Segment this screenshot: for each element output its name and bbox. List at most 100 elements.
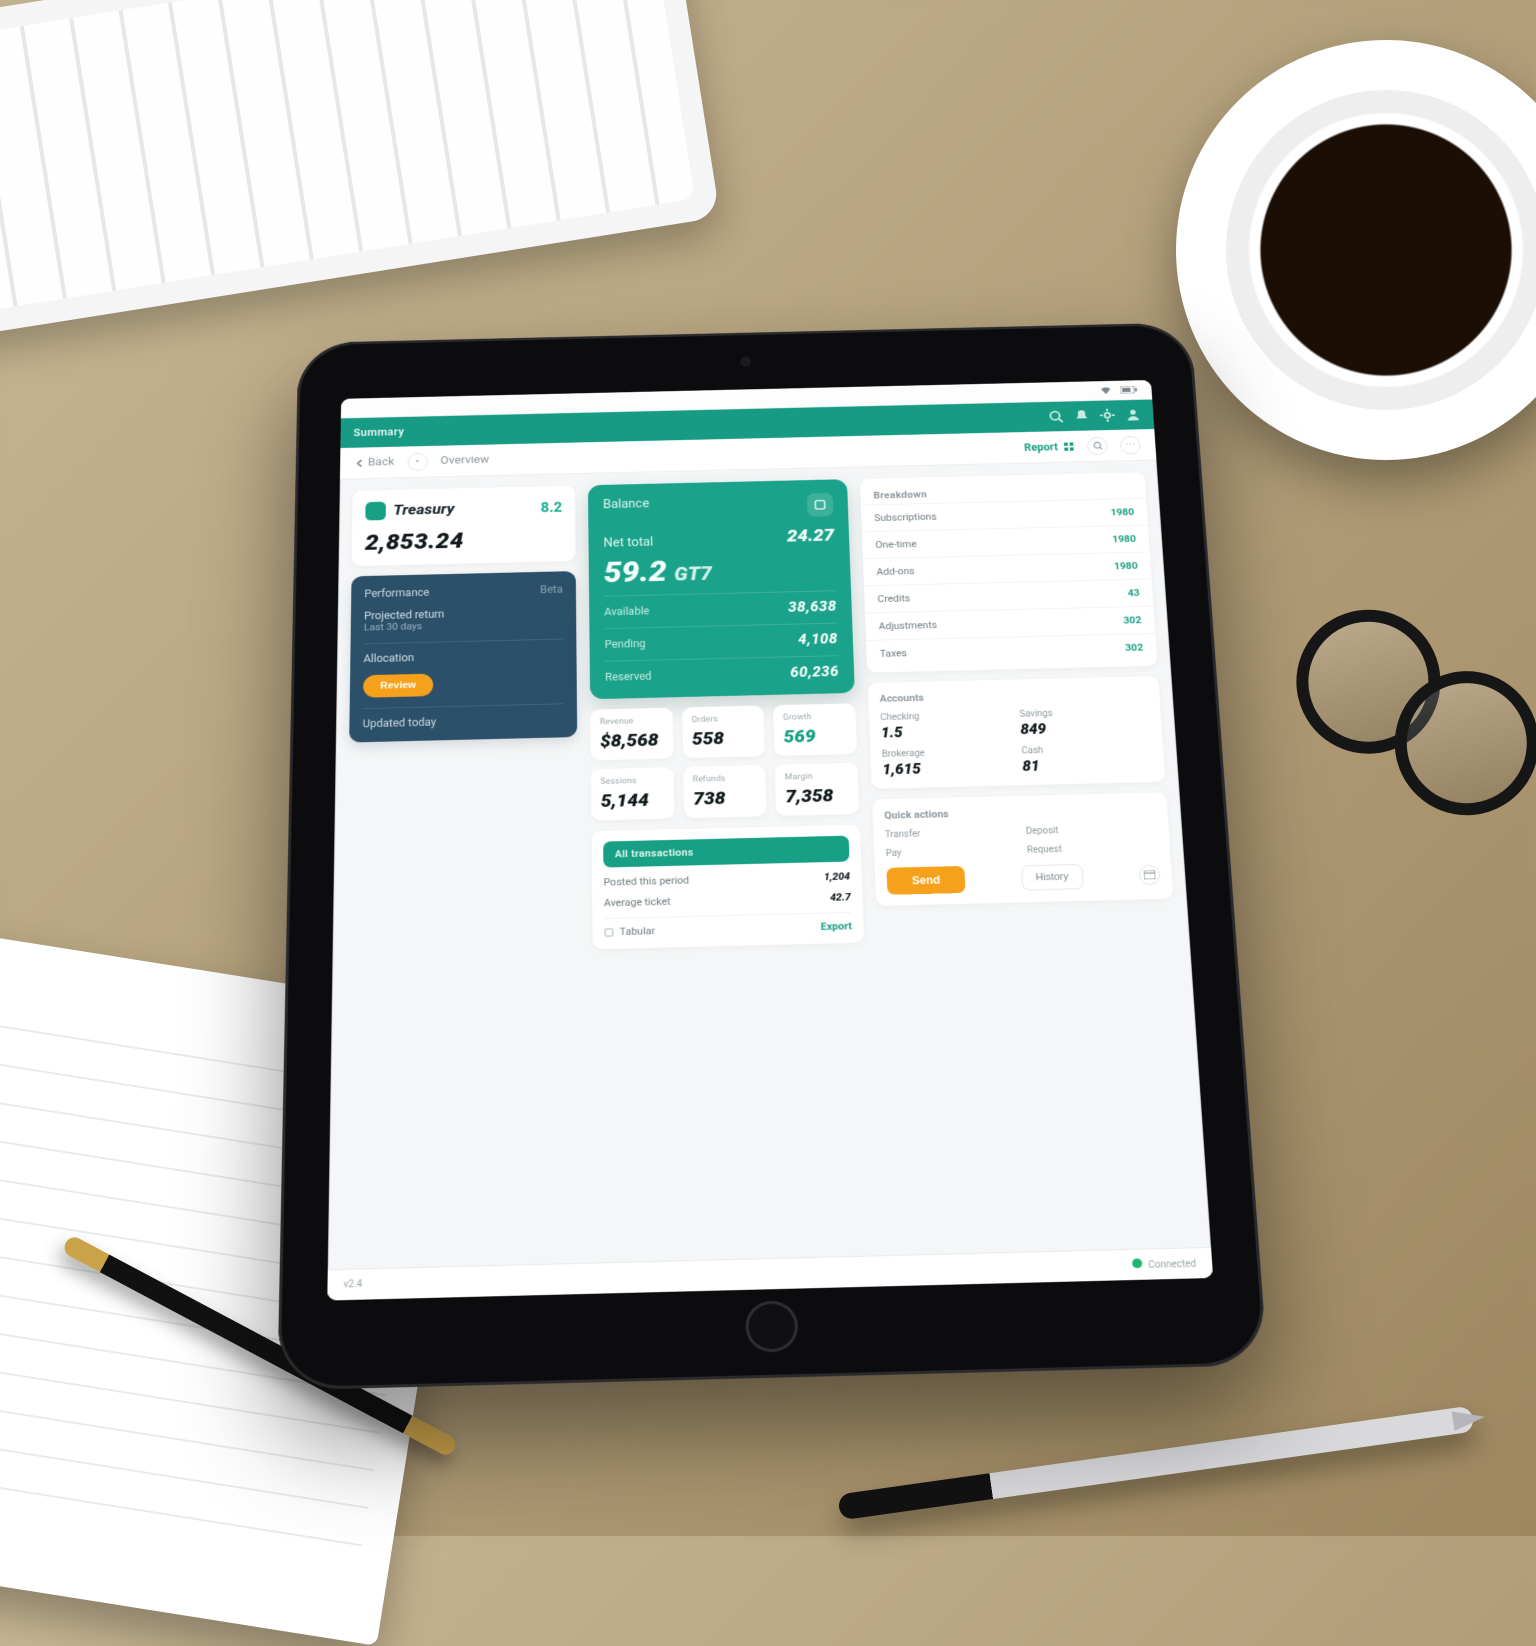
account-2[interactable]: Brokerage1,615 bbox=[882, 747, 1014, 778]
transactions-row-1: Average ticket 42.7 bbox=[604, 891, 851, 909]
account-2-k: Brokerage bbox=[882, 749, 925, 760]
hero-row-1-k: Pending bbox=[605, 637, 646, 650]
hero-row-1: Pending 4,108 bbox=[604, 623, 838, 653]
transactions-row-0-v: 1,204 bbox=[824, 871, 851, 883]
metric-1-val: 558 bbox=[692, 727, 756, 750]
hero-row-2-k: Reserved bbox=[605, 670, 652, 683]
qa-2[interactable]: Pay bbox=[886, 846, 1018, 859]
desk-keyboard bbox=[0, 0, 720, 339]
hero-dock-icon[interactable] bbox=[807, 493, 834, 517]
user-icon[interactable] bbox=[1125, 408, 1141, 421]
accounts-title: Accounts bbox=[879, 687, 1148, 705]
brand-card: Treasury 8.2 2,853.24 bbox=[352, 486, 576, 567]
account-1-k: Savings bbox=[1019, 709, 1053, 719]
transactions-row-0: Posted this period1,204 bbox=[604, 871, 851, 889]
qa-0-k: Transfer bbox=[885, 829, 921, 840]
metric-4-val: 738 bbox=[693, 786, 757, 809]
sidebar-card: Performance Beta Projected return Last 3… bbox=[349, 571, 577, 742]
brand-name-text: Treasury bbox=[393, 501, 454, 519]
footer-status: Connected bbox=[1132, 1257, 1197, 1271]
desk-coffee bbox=[1176, 40, 1536, 460]
account-0-v: 1.5 bbox=[881, 721, 1012, 741]
back-label: Back bbox=[368, 456, 395, 469]
brand-name: Treasury bbox=[365, 500, 454, 520]
list-item-5-v: 302 bbox=[1125, 642, 1144, 654]
tablet-device: Summary Back bbox=[277, 322, 1267, 1390]
app-screen: Summary Back bbox=[327, 380, 1213, 1301]
list-item-5[interactable]: Taxes 302 bbox=[866, 633, 1157, 667]
account-3[interactable]: Cash81 bbox=[1021, 743, 1153, 774]
card-icon-button[interactable] bbox=[1138, 865, 1160, 885]
bell-icon[interactable] bbox=[1074, 409, 1089, 422]
transactions-toggle[interactable]: Tabular bbox=[604, 925, 655, 938]
metric-4[interactable]: Refunds738 bbox=[683, 765, 767, 818]
back-button[interactable]: Back bbox=[355, 456, 394, 469]
list-item-5-k: Taxes bbox=[880, 648, 908, 660]
metric-3[interactable]: Sessions5,144 bbox=[591, 767, 674, 820]
quick-actions-panel: Quick actions Transfer Deposit Pay Reque… bbox=[872, 792, 1173, 906]
metric-3-lbl: Sessions bbox=[600, 776, 664, 786]
sidebar-cta-button[interactable]: Review bbox=[363, 674, 433, 698]
metric-2[interactable]: Growth569 bbox=[773, 703, 857, 756]
right-column: Breakdown Subscriptions1980 One-time1980… bbox=[860, 472, 1196, 1241]
card-icon bbox=[1144, 870, 1156, 879]
transactions-row-1-k: Average ticket bbox=[604, 896, 671, 909]
send-button[interactable]: Send bbox=[886, 866, 965, 895]
qa-3[interactable]: Request bbox=[1027, 842, 1159, 855]
more-round-button[interactable]: ⋯ bbox=[1120, 436, 1141, 455]
metric-5-val: 7,358 bbox=[785, 784, 849, 807]
transactions-export-link[interactable]: Export bbox=[821, 920, 853, 933]
metric-1[interactable]: Orders558 bbox=[682, 705, 765, 758]
footer-status-text: Connected bbox=[1148, 1259, 1197, 1271]
metric-2-val: 569 bbox=[783, 724, 847, 747]
grid-icon bbox=[1063, 441, 1075, 451]
list-item-0-v: 1980 bbox=[1110, 507, 1134, 518]
transactions-card: All transactions Posted this period1,204… bbox=[591, 825, 864, 950]
list-item-4-k: Adjustments bbox=[878, 619, 937, 632]
hero-row-2-v: 60,236 bbox=[790, 663, 839, 681]
hero-badge: 24.27 bbox=[787, 525, 835, 546]
sidebar: Treasury 8.2 2,853.24 Performance Beta P… bbox=[342, 486, 582, 1256]
list-item-1-v: 1980 bbox=[1112, 533, 1136, 544]
hero-value: 59.2GT7 bbox=[604, 553, 836, 587]
brand-headline: 2,853.24 bbox=[365, 526, 563, 556]
middle-column: Balance Net total 24.27 59.2GT7 Availabl… bbox=[588, 479, 875, 1249]
history-button[interactable]: History bbox=[1021, 864, 1084, 891]
metric-0[interactable]: Revenue $8,568 bbox=[590, 708, 673, 761]
list-item-3-v: 43 bbox=[1127, 587, 1140, 598]
list-item-2-v: 1980 bbox=[1114, 560, 1138, 572]
circle-indicator: • bbox=[407, 452, 427, 471]
content-grid: Treasury 8.2 2,853.24 Performance Beta P… bbox=[328, 460, 1211, 1269]
hero-row-1-v: 4,108 bbox=[798, 630, 838, 647]
sidebar-card-tag: Beta bbox=[540, 583, 563, 595]
accounts-panel: Accounts Checking1.5 Savings849 Brokerag… bbox=[868, 676, 1166, 789]
search-icon[interactable] bbox=[1048, 410, 1063, 423]
search-round-button[interactable] bbox=[1087, 436, 1108, 455]
list-item-3-k: Credits bbox=[877, 593, 910, 605]
account-3-k: Cash bbox=[1021, 746, 1043, 756]
metric-0-val: $8,568 bbox=[600, 729, 664, 752]
account-0[interactable]: Checking1.5 bbox=[880, 710, 1011, 741]
qa-2-k: Pay bbox=[886, 849, 902, 859]
transactions-banner[interactable]: All transactions bbox=[603, 836, 849, 868]
settings-icon[interactable] bbox=[1100, 409, 1116, 422]
qa-1[interactable]: Deposit bbox=[1026, 824, 1158, 837]
qa-0[interactable]: Transfer bbox=[885, 827, 1017, 840]
qa-1-k: Deposit bbox=[1026, 826, 1059, 837]
subhead-label: Overview bbox=[440, 454, 489, 468]
battery-icon bbox=[1120, 386, 1137, 394]
metric-0-lbl: Revenue bbox=[600, 717, 663, 727]
transactions-row-1-v: 42.7 bbox=[830, 891, 851, 903]
tablet-home-button[interactable] bbox=[745, 1300, 799, 1352]
account-3-v: 81 bbox=[1022, 755, 1153, 775]
account-2-v: 1,615 bbox=[882, 758, 1013, 778]
footer-version: v2.4 bbox=[343, 1279, 362, 1290]
hero-row-0: Available38,638 bbox=[604, 590, 837, 619]
list-item-1-k: One-time bbox=[875, 539, 917, 551]
hero-subtitle: Net total bbox=[603, 536, 653, 551]
tab-report[interactable]: Report bbox=[1024, 440, 1075, 453]
list-item-0-k: Subscriptions bbox=[874, 511, 937, 523]
account-1[interactable]: Savings849 bbox=[1019, 707, 1150, 738]
desk-silver-pen bbox=[837, 1406, 1474, 1521]
metric-5[interactable]: Margin7,358 bbox=[775, 763, 859, 816]
